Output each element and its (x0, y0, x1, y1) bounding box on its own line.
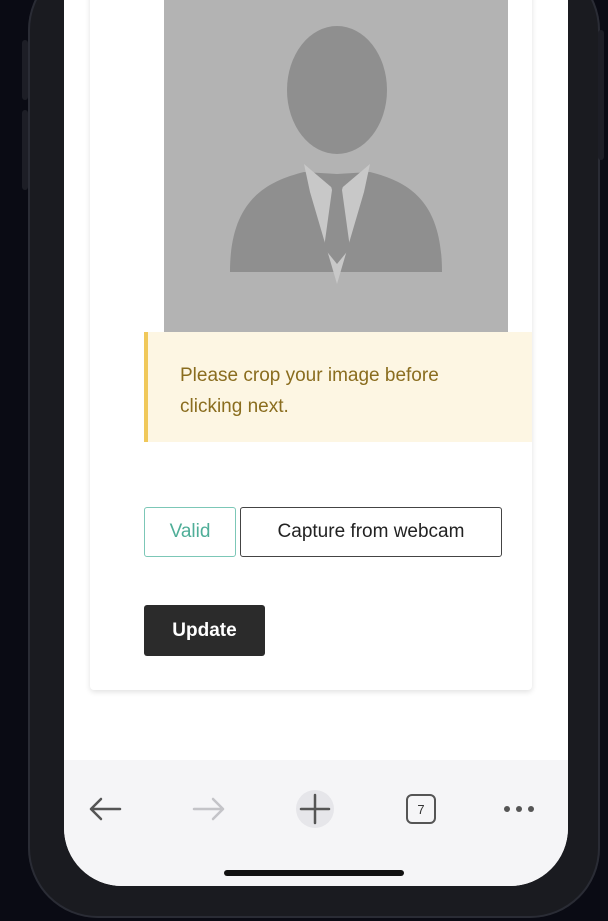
warning-line-1: Please crop your image before (180, 365, 439, 386)
phone-screen: Please crop your image before clicking n… (64, 0, 568, 886)
crop-warning-alert: Please crop your image before clicking n… (144, 332, 532, 442)
ellipsis-icon (504, 806, 534, 812)
arrow-left-icon (89, 797, 122, 821)
volume-up-button (22, 40, 28, 100)
update-button[interactable]: Update (144, 605, 265, 656)
person-silhouette-icon (164, 0, 508, 332)
tab-count: 7 (417, 801, 425, 817)
more-menu-button[interactable] (494, 784, 544, 834)
home-indicator[interactable] (224, 870, 404, 876)
warning-line-2: clicking next. (180, 396, 289, 417)
avatar-placeholder (164, 0, 508, 332)
valid-button[interactable]: Valid (144, 507, 236, 557)
tabs-button[interactable]: 7 (396, 784, 446, 834)
arrow-right-icon (192, 797, 225, 821)
browser-toolbar: 7 (64, 760, 568, 886)
power-button (598, 30, 604, 160)
new-tab-button[interactable] (290, 784, 340, 834)
plus-icon (296, 790, 334, 828)
capture-webcam-button[interactable]: Capture from webcam (240, 507, 502, 557)
back-button[interactable] (80, 784, 130, 834)
profile-card: Please crop your image before clicking n… (90, 0, 532, 690)
forward-button[interactable] (184, 784, 234, 834)
volume-down-button (22, 110, 28, 190)
